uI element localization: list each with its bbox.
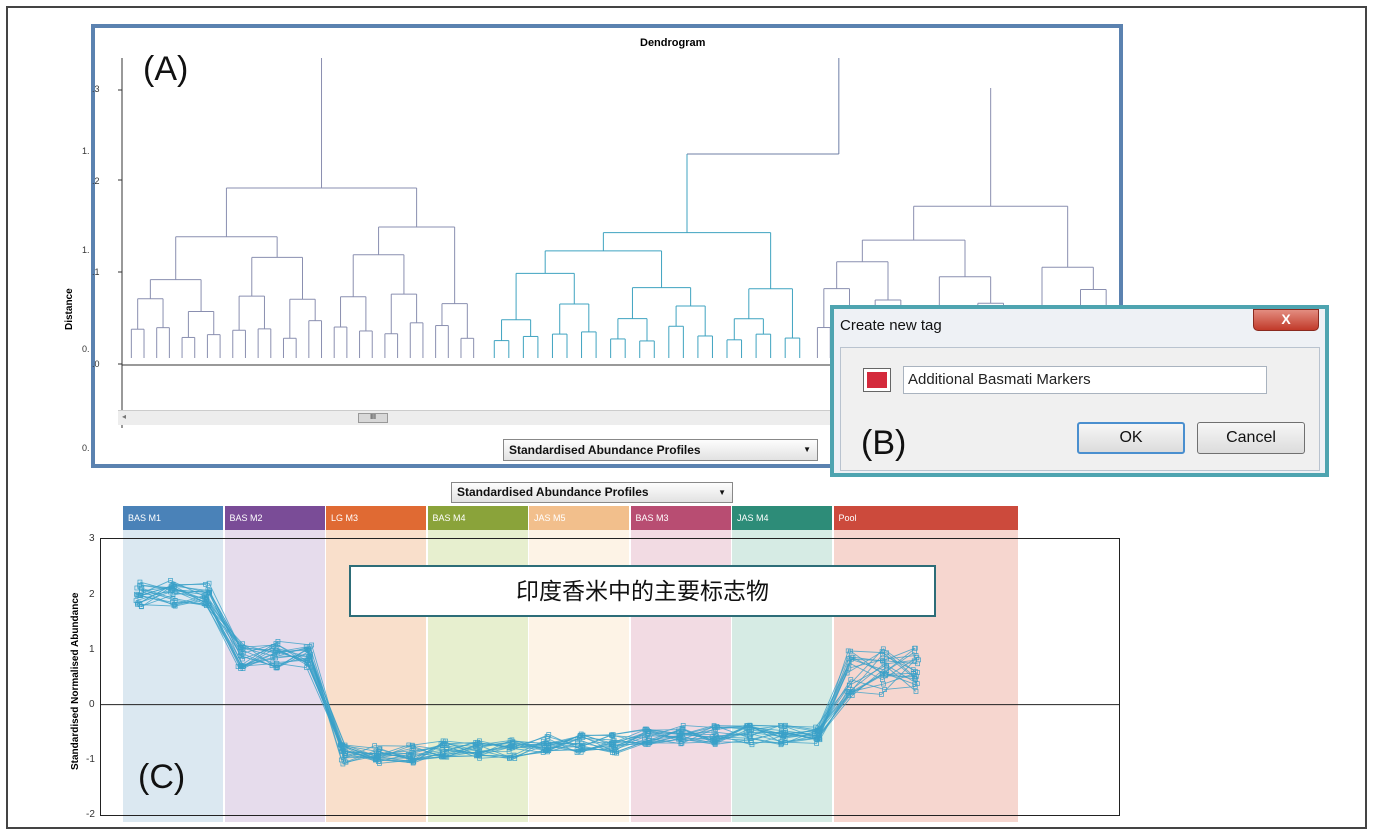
- callout-box: 印度香米中的主要标志物: [349, 565, 936, 617]
- abundance-axis-label: Standardised Normalised Abundance: [70, 592, 81, 770]
- tick-label: 0.: [82, 344, 90, 354]
- group-band: JAS M5: [529, 506, 629, 822]
- scroll-thumb[interactable]: III: [358, 413, 388, 423]
- group-band: BAS M1: [123, 506, 223, 822]
- tick-label: .0: [92, 359, 100, 369]
- color-fill: [867, 372, 887, 388]
- group-band: JAS M4: [732, 506, 832, 822]
- tick-label: .2: [92, 176, 100, 186]
- y-tick-label: -1: [86, 754, 95, 765]
- panel-b-label: (B): [861, 424, 907, 462]
- group-band: BAS M2: [224, 506, 325, 822]
- group-header[interactable]: BAS M2: [224, 506, 325, 530]
- y-tick-label: 2: [89, 589, 95, 600]
- dendrogram-title: Dendrogram: [640, 37, 706, 49]
- dialog-title: Create new tag: [840, 317, 942, 334]
- group-header[interactable]: JAS M5: [529, 506, 629, 530]
- group-header[interactable]: BAS M3: [630, 506, 731, 530]
- distance-axis-label: Distance: [64, 288, 75, 330]
- y-tick-label: 0: [89, 699, 95, 710]
- tick-label: .3: [92, 84, 100, 94]
- group-header[interactable]: LG M3: [326, 506, 426, 530]
- panel-a-label: (A): [143, 50, 189, 88]
- dropdown-value: Standardised Abundance Profiles: [457, 485, 649, 499]
- tick-label: 1.: [82, 146, 90, 156]
- y-tick-label: 3: [89, 533, 95, 544]
- y-tick-label: -2: [86, 809, 95, 820]
- tag-name-input[interactable]: Additional Basmati Markers: [903, 366, 1267, 394]
- tick-label: 0.: [82, 443, 90, 453]
- chevron-down-icon: ▼: [718, 488, 726, 497]
- cancel-button[interactable]: Cancel: [1197, 422, 1305, 454]
- group-header[interactable]: JAS M4: [732, 506, 832, 530]
- group-header[interactable]: BAS M1: [123, 506, 223, 530]
- chevron-down-icon: ▼: [803, 445, 811, 454]
- dialog-body: Additional Basmati Markers OK Cancel: [840, 347, 1320, 471]
- ok-button[interactable]: OK: [1077, 422, 1185, 454]
- group-band: BAS M4: [427, 506, 528, 822]
- tick-label: .1: [92, 267, 100, 277]
- group-band: Pool: [833, 506, 1018, 822]
- horizontal-scrollbar[interactable]: ◂ III: [118, 410, 831, 425]
- panel-c-label: (C): [138, 758, 186, 796]
- dropdown-value: Standardised Abundance Profiles: [509, 443, 701, 457]
- scroll-left-icon[interactable]: ◂: [122, 412, 126, 421]
- profile-dropdown-a[interactable]: Standardised Abundance Profiles ▼: [503, 439, 818, 461]
- tick-label: 1.: [82, 245, 90, 255]
- profile-dropdown-c[interactable]: Standardised Abundance Profiles ▼: [451, 482, 733, 503]
- group-band: BAS M3: [630, 506, 731, 822]
- close-button[interactable]: X: [1253, 309, 1319, 331]
- y-tick-label: 1: [89, 644, 95, 655]
- group-header[interactable]: Pool: [833, 506, 1018, 530]
- group-header[interactable]: BAS M4: [427, 506, 528, 530]
- tag-color-swatch[interactable]: [863, 368, 891, 392]
- group-band: LG M3: [326, 506, 426, 822]
